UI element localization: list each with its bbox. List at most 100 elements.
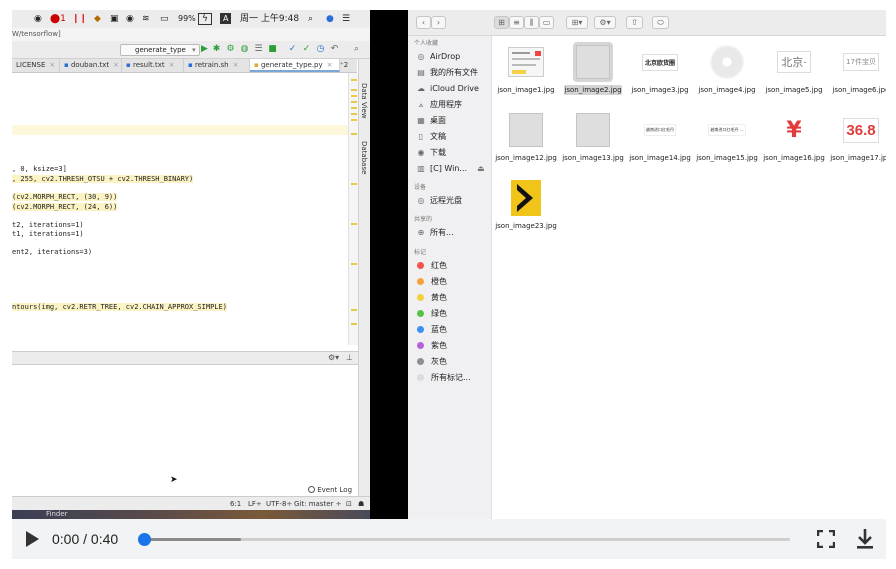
file-encoding[interactable]: UTF-8÷ — [266, 499, 292, 509]
tab-retrain[interactable]: ▪ retrain.sh × — [184, 59, 250, 72]
file-item[interactable]: json_image4.jpg — [694, 38, 760, 106]
section-shared: 共享的 — [414, 216, 433, 223]
close-icon[interactable]: × — [49, 61, 55, 69]
file-item[interactable]: json_image12.jpg — [493, 106, 559, 174]
column-view-button[interactable]: ⫼ — [524, 16, 539, 29]
stop-icon[interactable]: ■ — [268, 45, 277, 54]
close-icon[interactable]: × — [169, 61, 175, 69]
sidebar-tag-all[interactable]: 所有标记... — [416, 371, 471, 385]
sidebar-item-downloads[interactable]: ◉ 下载 — [416, 146, 447, 160]
file-item[interactable]: 越南进口红毛丹 json_image14.jpg — [627, 106, 693, 174]
file-item[interactable]: 北京· json_image5.jpg — [761, 38, 827, 106]
play-icon[interactable] — [26, 531, 39, 547]
seek-handle[interactable] — [138, 533, 151, 546]
menubar-clock[interactable]: 周一 上午9:48 — [240, 12, 299, 26]
vcs-update-icon[interactable]: ✓ — [288, 45, 297, 54]
sidebar-tag-red[interactable]: 红色 — [416, 259, 447, 273]
action-button[interactable]: ⚙▾ — [594, 16, 616, 29]
pause-icon[interactable]: ❙❙ — [72, 12, 87, 26]
icon-view-button[interactable]: ⊞ — [494, 16, 509, 29]
tab-license[interactable]: LICENSE × — [12, 59, 60, 72]
list-view-button[interactable]: ≡ — [509, 16, 524, 29]
tab-result[interactable]: ▪ result.txt × — [122, 59, 184, 72]
profile-icon[interactable]: ◍ — [240, 45, 249, 54]
shield-icon[interactable]: ◆ — [94, 12, 101, 26]
share-button[interactable]: ⇧ — [626, 16, 643, 29]
sidebar-tag-blue[interactable]: 蓝色 — [416, 323, 447, 337]
file-item[interactable]: json_image13.jpg — [560, 106, 626, 174]
sidebar-item-all-shared[interactable]: ⊕ 所有... — [416, 226, 454, 240]
cursor-position[interactable]: 6:1 — [230, 499, 241, 509]
sidebar-tag-gray[interactable]: 灰色 — [416, 355, 447, 369]
file-thumbnail: 越南进口红毛丹 — [640, 110, 680, 150]
run-icon[interactable]: ▶ — [200, 45, 209, 54]
back-button[interactable]: ‹ — [416, 16, 431, 29]
sidebar-tag-purple[interactable]: 紫色 — [416, 339, 447, 353]
sidebar-item-airdrop[interactable]: ◎ AirDrop — [416, 50, 461, 64]
sidebar-item-icloud[interactable]: ☁ iCloud Drive — [416, 82, 479, 96]
file-item[interactable]: json_image23.jpg — [493, 174, 559, 242]
inspector-icon[interactable]: ☗ — [358, 499, 364, 509]
sidebar-item-applications[interactable]: ⟑ 应用程序 — [416, 98, 462, 112]
forward-button[interactable]: › — [431, 16, 446, 29]
fullscreen-icon[interactable] — [817, 530, 835, 548]
notification-center-icon[interactable]: ☰ — [342, 12, 350, 26]
file-item[interactable]: 北京欧货圈 json_image3.jpg — [627, 38, 693, 106]
revert-icon[interactable]: ↶ — [330, 45, 339, 54]
event-log-button[interactable]: Event Log — [308, 485, 352, 495]
download-icon[interactable] — [855, 528, 875, 550]
vcs-commit-icon[interactable]: ✓ — [302, 45, 311, 54]
file-name: json_image5.jpg — [765, 86, 823, 94]
airplay-icon[interactable]: ▭ — [160, 12, 169, 26]
file-item[interactable]: json_image1.jpg — [493, 38, 559, 106]
close-icon[interactable]: × — [113, 61, 119, 69]
sidebar-item-remote-disc[interactable]: ◎ 远程光盘 — [416, 194, 463, 208]
file-item[interactable]: 越南进口红毛丹 ... json_image15.jpg — [694, 106, 760, 174]
bottom-panel-header: ⚙▾ ⊥ — [12, 351, 358, 365]
vpn-icon[interactable]: ◉ — [126, 12, 134, 26]
wifi-icon[interactable]: ≋ — [142, 12, 150, 26]
gear-icon[interactable]: ⚙▾ — [328, 353, 339, 362]
eject-icon[interactable]: ⏏ — [477, 164, 485, 173]
tab-overflow-button[interactable]: ⁺2 — [340, 59, 348, 72]
database-tab[interactable]: Database — [360, 141, 368, 174]
coverage-icon[interactable]: ⚙ — [226, 45, 235, 54]
git-branch[interactable]: Git: master ÷ — [294, 499, 341, 509]
search-icon[interactable]: ⌕ — [352, 45, 361, 54]
file-item[interactable]: ¥ json_image16.jpg — [761, 106, 827, 174]
sidebar-tag-orange[interactable]: 橙色 — [416, 275, 447, 289]
run-config-select[interactable]: generate_type ▾ — [120, 44, 200, 56]
data-view-tab[interactable]: Data View — [360, 83, 368, 119]
file-item[interactable]: 36.8 json_image17.jpg — [828, 106, 886, 174]
file-item[interactable]: 17件宝贝 json_image6.jpg — [828, 38, 886, 106]
sidebar-item-documents[interactable]: ▯ 文稿 — [416, 130, 446, 144]
debug-icon[interactable]: ✱ — [212, 45, 221, 54]
vcs-history-icon[interactable]: ◷ — [316, 45, 325, 54]
input-method-icon[interactable]: A — [220, 13, 232, 24]
tab-generate-type[interactable]: ▪ generate_type.py × — [250, 59, 340, 72]
sidebar-tag-green[interactable]: 绿色 — [416, 307, 447, 321]
battery-icon[interactable]: ϟ — [198, 13, 212, 25]
group-button[interactable]: ⊞▾ — [566, 16, 588, 29]
tab-douban[interactable]: ▪ douban.txt × — [60, 59, 122, 72]
concurrency-icon[interactable]: ☰ — [254, 45, 263, 54]
siri-icon[interactable]: ● — [326, 12, 334, 26]
lock-icon[interactable]: ⊡ — [346, 499, 352, 509]
code-editor[interactable]: , 0, ksize=3] , 255, cv2.THRESH_OTSU + c… — [12, 73, 348, 345]
record-icon[interactable]: ◉ — [34, 12, 42, 26]
close-icon[interactable]: × — [233, 61, 239, 69]
close-icon[interactable]: × — [327, 61, 333, 69]
sidebar-item-windows-disk[interactable]: ▥ [C] Win... ⏏ — [416, 162, 485, 176]
gallery-view-button[interactable]: ▭ — [539, 16, 554, 29]
editor-error-stripe[interactable] — [348, 73, 358, 345]
window-icon[interactable]: ▣ — [110, 12, 119, 26]
hide-panel-icon[interactable]: ⊥ — [346, 353, 353, 362]
line-separator[interactable]: LF÷ — [248, 499, 262, 509]
sidebar-item-desktop[interactable]: ▦ 桌面 — [416, 114, 446, 128]
badge-icon[interactable]: ⬤1 — [50, 12, 66, 26]
tags-button[interactable]: ⬭ — [652, 16, 669, 29]
sidebar-item-all-files[interactable]: ▤ 我的所有文件 — [416, 66, 478, 80]
sidebar-tag-yellow[interactable]: 黄色 — [416, 291, 447, 305]
file-item[interactable]: json_image2.jpg — [560, 38, 626, 106]
spotlight-icon[interactable]: ⌕ — [308, 12, 313, 26]
